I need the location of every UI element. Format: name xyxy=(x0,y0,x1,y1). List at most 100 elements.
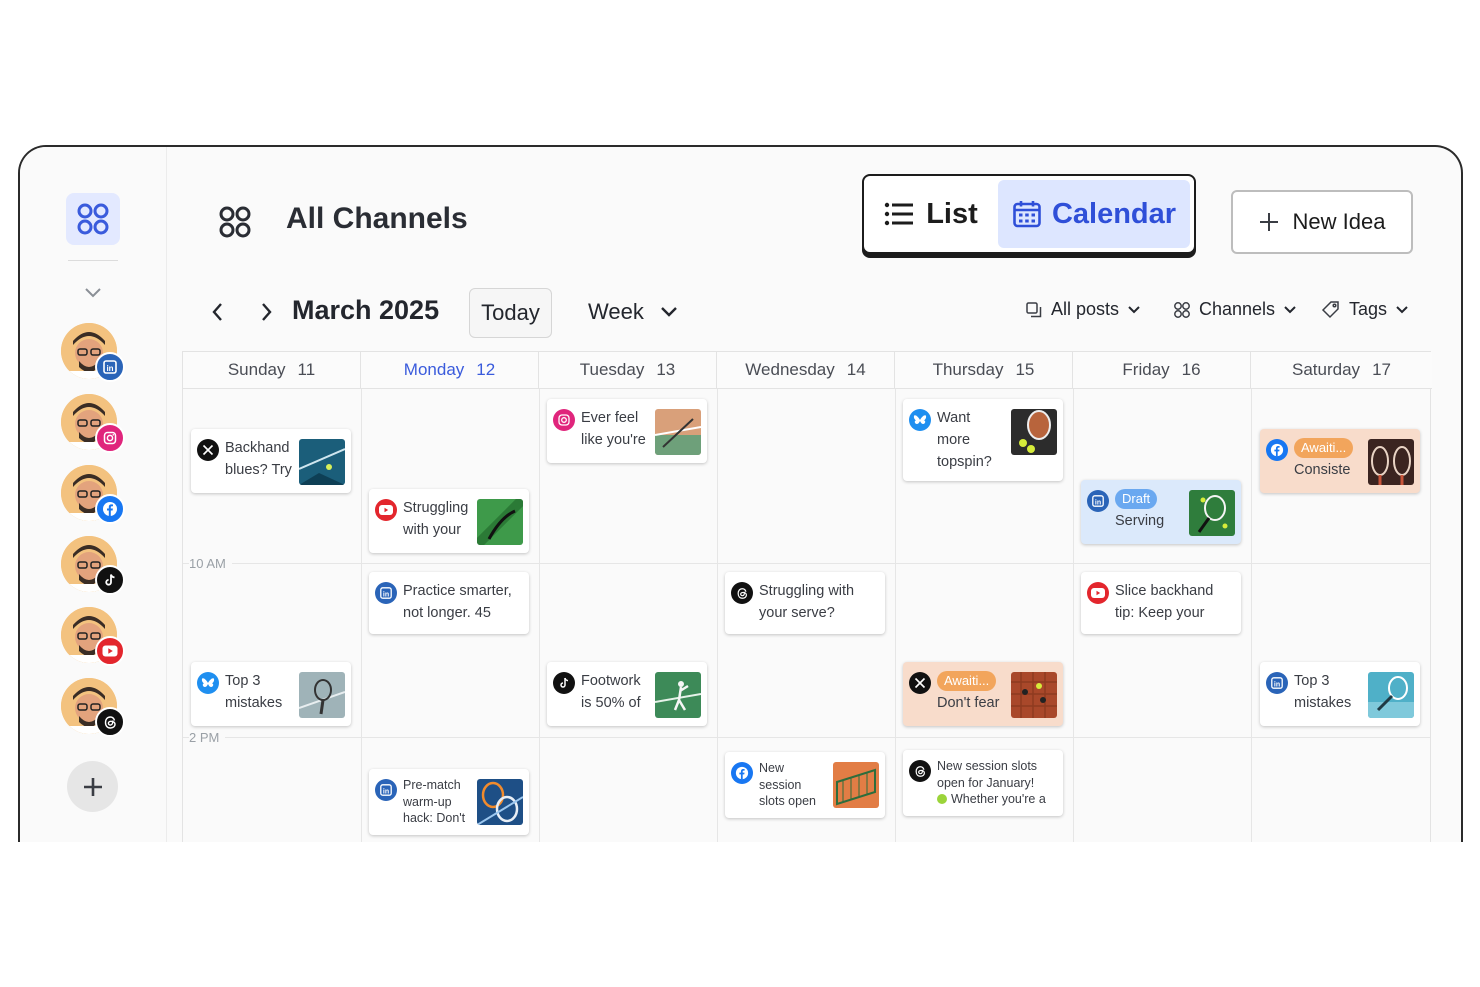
post-card[interactable]: in Pre-match warm-up hack: Don't xyxy=(369,769,529,835)
post-card[interactable]: New session slots open xyxy=(725,752,885,818)
post-text: Want more topspin? xyxy=(937,410,992,470)
post-card[interactable]: Top 3 mistakes xyxy=(191,662,351,726)
new-idea-label: New Idea xyxy=(1292,209,1386,234)
new-idea-button[interactable]: New Idea xyxy=(1231,190,1413,254)
column-divider xyxy=(1251,389,1252,842)
chevron-down-icon xyxy=(1396,305,1408,313)
page-title: All Channels xyxy=(286,202,468,235)
post-card[interactable]: Ever feel like you're xyxy=(547,399,707,463)
add-channel-button[interactable] xyxy=(67,761,118,812)
hour-line xyxy=(183,737,1430,738)
chevron-down-icon[interactable] xyxy=(82,283,104,303)
plus-icon xyxy=(1259,213,1278,231)
time-label: 2 PM xyxy=(189,730,226,745)
instagram-icon xyxy=(95,423,125,453)
post-text: Struggling with your serve? xyxy=(759,583,855,621)
threads-icon xyxy=(909,760,931,782)
youtube-icon xyxy=(95,636,125,666)
linkedin-icon: in xyxy=(1087,490,1109,512)
chevron-right-icon[interactable] xyxy=(256,300,276,329)
rail-divider xyxy=(68,260,118,261)
linkedin-icon: in xyxy=(1266,672,1288,694)
channel-avatar-facebook[interactable] xyxy=(61,465,125,524)
svg-text:in: in xyxy=(383,788,389,795)
post-text: Ever feel like you're xyxy=(581,410,646,448)
channel-avatar-threads[interactable] xyxy=(61,678,125,737)
tab-calendar-label: Calendar xyxy=(1051,197,1177,230)
day-header-thursday: Thursday 15 xyxy=(895,352,1073,389)
range-dropdown[interactable]: Week xyxy=(588,299,678,325)
bluesky-icon xyxy=(197,672,219,694)
post-card[interactable]: in Top 3 mistakes xyxy=(1260,662,1420,726)
column-divider xyxy=(1073,389,1074,842)
post-thumbnail xyxy=(1011,409,1057,455)
post-text: Draft Serving xyxy=(1115,489,1165,529)
day-number: 12 xyxy=(476,360,496,379)
today-button[interactable]: Today xyxy=(469,288,552,338)
post-thumbnail xyxy=(655,409,701,455)
threads-icon xyxy=(95,707,125,737)
instagram-icon xyxy=(553,409,575,431)
plus-icon xyxy=(83,777,102,796)
range-label: Week xyxy=(588,299,644,324)
linkedin-icon: in xyxy=(95,352,125,382)
post-card[interactable]: Awaiti... Don't fear xyxy=(903,662,1063,726)
day-number: 17 xyxy=(1372,360,1391,379)
channel-avatar-youtube[interactable] xyxy=(61,607,125,666)
tiktok-icon xyxy=(553,672,575,694)
post-thumbnail xyxy=(1189,490,1235,536)
status-badge: Awaiti... xyxy=(937,671,997,691)
post-thumbnail xyxy=(299,439,345,485)
chevron-down-icon xyxy=(660,307,677,317)
tab-list-view[interactable]: List xyxy=(868,180,994,248)
post-text: Awaiti... Don't fear xyxy=(937,671,1000,711)
youtube-icon xyxy=(1087,582,1109,604)
day-header-wednesday: Wednesday 14 xyxy=(717,352,895,389)
tab-list-label: List xyxy=(926,197,978,230)
post-thumbnail xyxy=(1368,672,1414,718)
day-number: 13 xyxy=(656,360,676,379)
threads-icon xyxy=(731,582,753,604)
day-name: Wednesday xyxy=(745,360,835,379)
tags-filter[interactable]: Tags xyxy=(1321,299,1409,320)
day-header-monday: Monday 12 xyxy=(361,352,539,389)
tab-calendar-view[interactable]: Calendar xyxy=(998,180,1190,248)
post-card[interactable]: Slice backhand tip: Keep your xyxy=(1081,572,1241,634)
day-number: 16 xyxy=(1181,360,1201,379)
channel-avatar-instagram[interactable] xyxy=(61,394,125,453)
tiktok-icon xyxy=(95,565,125,595)
channel-avatar-linkedin[interactable]: in xyxy=(61,323,125,382)
svg-text:in: in xyxy=(383,591,389,598)
time-label: 10 AM xyxy=(189,556,232,571)
x-icon xyxy=(197,439,219,461)
linkedin-icon: in xyxy=(375,582,397,604)
chevron-left-icon[interactable] xyxy=(208,300,228,329)
post-card[interactable]: Struggling with your serve? xyxy=(725,572,885,634)
post-card[interactable]: New session slots open for January! Whethe… xyxy=(903,750,1063,816)
post-card[interactable]: in Draft Serving xyxy=(1081,480,1241,544)
column-divider xyxy=(539,389,540,842)
post-card[interactable]: in Practice smarter, not longer. 45 xyxy=(369,572,529,634)
post-text: Top 3 mistakes xyxy=(1294,673,1352,711)
post-card[interactable]: Awaiti... Consiste xyxy=(1260,429,1420,493)
list-icon xyxy=(885,202,914,226)
post-card[interactable]: Backhand blues? Try xyxy=(191,429,351,493)
post-text: Backhand blues? Try xyxy=(225,440,292,478)
channel-avatar-tiktok[interactable] xyxy=(61,536,125,595)
svg-text:in: in xyxy=(106,364,113,373)
day-header-tuesday: Tuesday 13 xyxy=(539,352,717,389)
all-channels-icon[interactable] xyxy=(66,193,120,245)
posts-filter[interactable]: All posts xyxy=(1025,299,1141,320)
post-card[interactable]: Want more topspin? xyxy=(903,399,1063,481)
post-card[interactable]: Footwork is 50% of xyxy=(547,662,707,726)
post-thumbnail xyxy=(477,499,523,545)
channels-filter[interactable]: Channels xyxy=(1173,299,1297,320)
facebook-icon xyxy=(731,762,753,784)
bluesky-icon xyxy=(909,409,931,431)
post-text: Struggling with your xyxy=(403,500,469,538)
svg-text:in: in xyxy=(1095,499,1101,506)
post-thumbnail xyxy=(1368,439,1414,485)
post-card[interactable]: Struggling with your xyxy=(369,489,529,553)
channel-rail: in xyxy=(20,147,167,842)
post-thumbnail xyxy=(477,779,523,825)
